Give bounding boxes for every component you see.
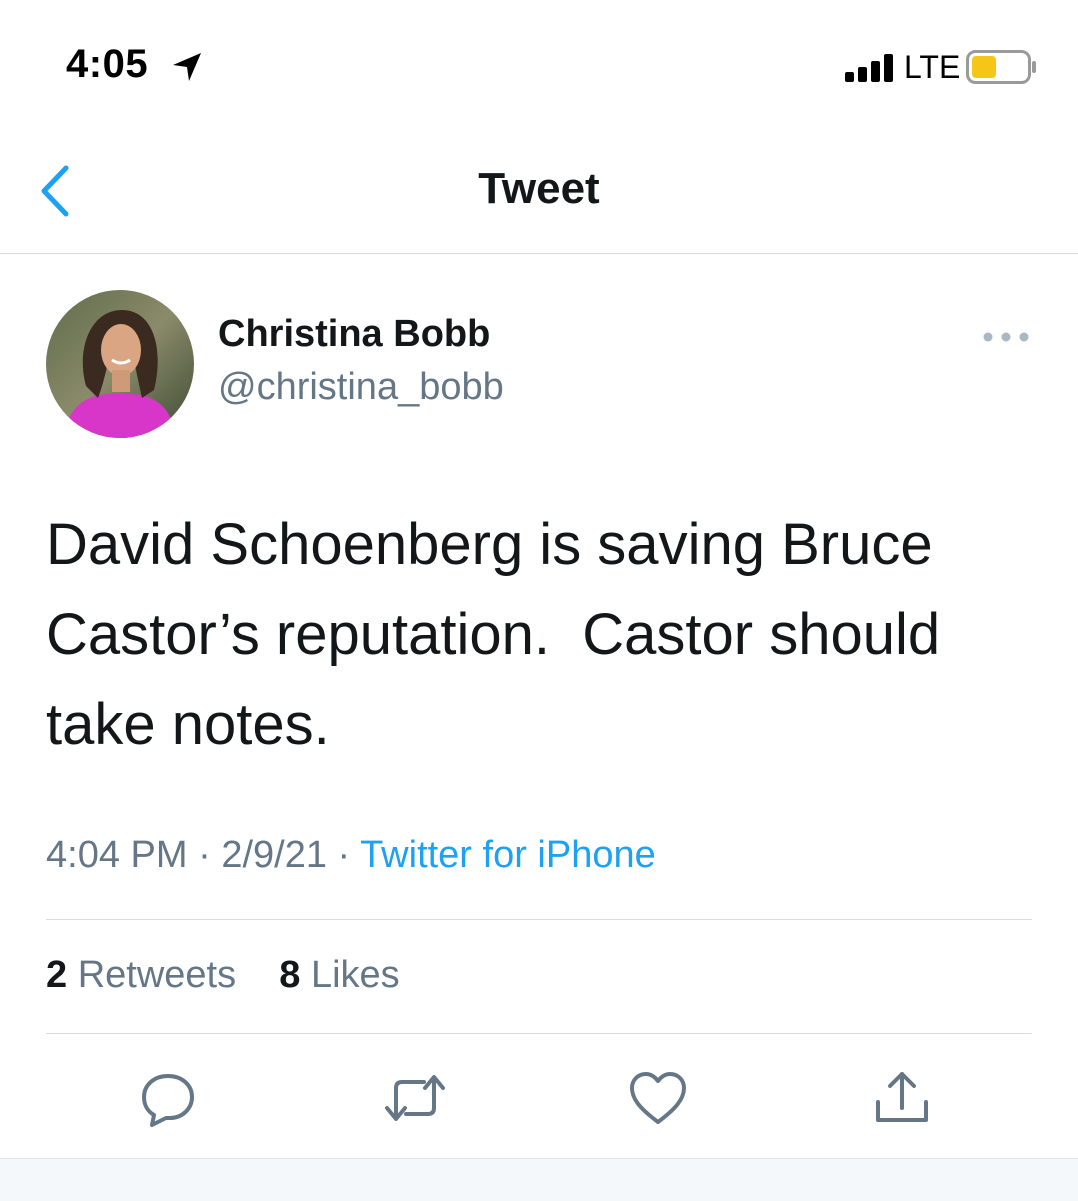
meta-separator: · [187,834,222,876]
retweet-button[interactable] [382,1068,445,1128]
page-title: Tweet [478,164,600,213]
retweets-stat[interactable]: 2 Retweets [46,954,236,996]
heart-icon [628,1072,688,1132]
retweets-count: 2 [46,954,68,996]
tweet-source-link[interactable]: Twitter for iPhone [360,834,656,876]
divider [46,1033,1032,1034]
likes-label: Likes [310,954,400,996]
author-handle[interactable]: @christina_bobb [218,366,504,409]
divider [46,919,1032,920]
status-time: 4:05 [66,42,149,86]
likes-stat[interactable]: 8 Likes [279,954,399,996]
reply-icon [138,1074,198,1132]
tweet-date: 2/9/21 [221,834,327,876]
author-name[interactable]: Christina Bobb [218,313,490,356]
retweets-label: Retweets [77,954,237,996]
tweet-time: 4:04 PM [46,834,188,876]
more-dots-icon [980,332,1032,352]
more-options-button[interactable] [980,326,1032,348]
reply-button[interactable] [138,1068,198,1128]
likes-count: 8 [279,954,301,996]
like-button[interactable] [628,1068,688,1128]
avatar[interactable] [46,290,194,438]
tweet-text: David Schoenberg is saving Bruce Castor’… [46,512,941,757]
signal-bars-icon [845,54,897,87]
network-type: LTE [904,49,961,85]
status-bar: 4:05 LTE [0,0,1078,130]
tweet-stats: 2 Retweets 8 Likes [46,954,400,997]
battery-icon [966,50,1038,89]
share-icon [872,1072,932,1132]
retweet-icon [382,1075,448,1132]
location-arrow-icon [170,50,204,89]
share-button[interactable] [872,1068,932,1128]
tweet-meta: 4:04 PM · 2/9/21 · Twitter for iPhone [46,834,656,877]
nav-bar: Tweet [0,130,1078,254]
bottom-band [0,1158,1078,1201]
meta-separator: · [326,834,361,876]
